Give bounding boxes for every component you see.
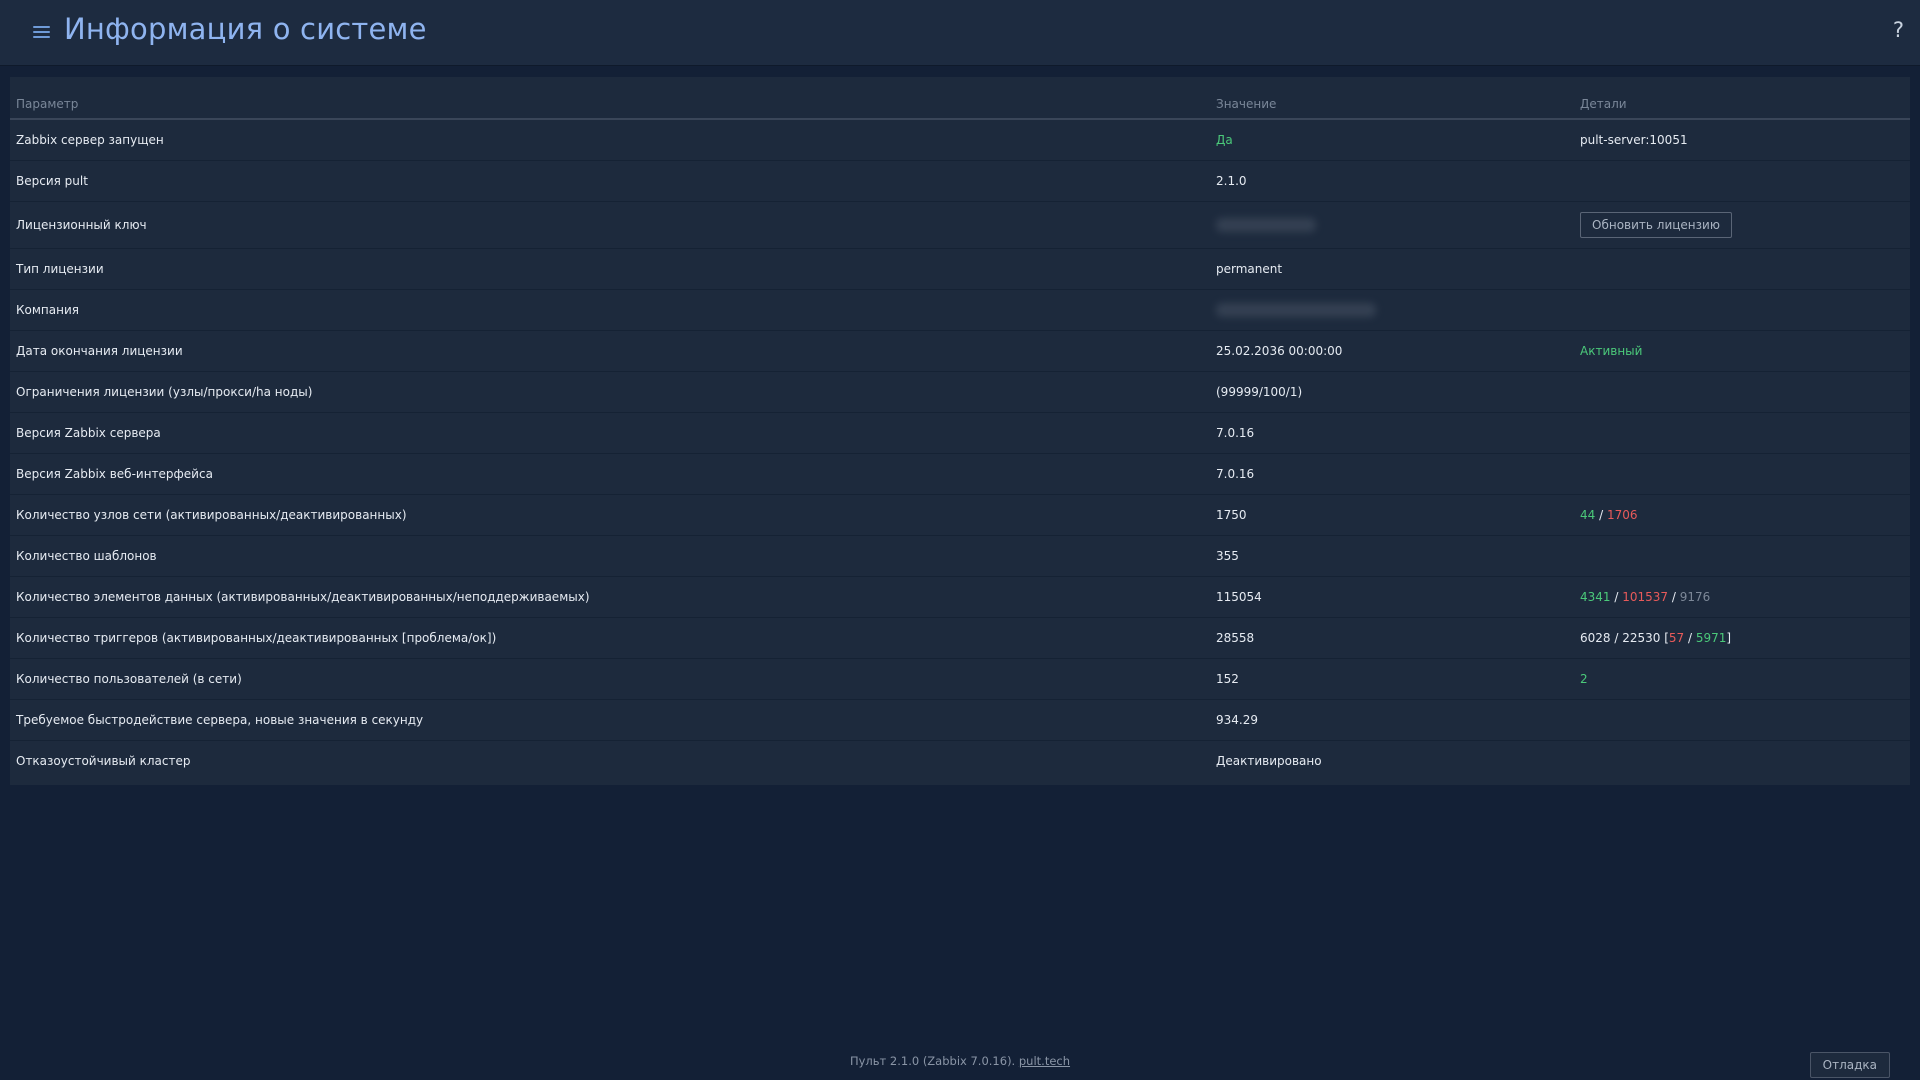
table-row: Количество шаблонов 355 (10, 535, 1910, 577)
table-row: Компания (10, 289, 1910, 331)
separator: / (1595, 507, 1607, 522)
row-details (1574, 535, 1910, 577)
row-parameter: Количество шаблонов (10, 535, 1210, 577)
row-details (1574, 248, 1910, 290)
table-row: Ограничения лицензии (узлы/прокси/ha нод… (10, 371, 1910, 413)
row-parameter: Тип лицензии (10, 248, 1210, 290)
row-details: pult-server:10051 (1574, 119, 1910, 161)
row-parameter: Отказоустойчивый кластер (16, 753, 191, 768)
row-value (1210, 201, 1574, 249)
table-row: Требуемое быстродействие сервера, новые … (10, 699, 1910, 741)
license-status: Активный (1574, 330, 1910, 372)
column-header-details: Детали (1574, 77, 1910, 120)
row-parameter: Количество узлов сети (активированных/де… (10, 494, 1210, 536)
row-parameter: Количество элементов данных (активирован… (10, 576, 1210, 618)
row-value: 152 (1210, 658, 1574, 700)
separator: / (1610, 589, 1623, 604)
hosts-disabled: 1706 (1606, 507, 1638, 522)
row-value: 7.0.16 (1210, 453, 1574, 495)
triggers-ok: 5971 (1695, 630, 1727, 645)
column-header-value: Значение (1210, 77, 1574, 120)
table-row: Версия Zabbix сервера 7.0.16 (10, 412, 1910, 454)
hosts-enabled: 44 (1580, 507, 1596, 522)
items-disabled: 101537 (1622, 589, 1669, 604)
row-parameter: Количество триггеров (активированных/деа… (10, 617, 1210, 659)
table-row: Количество пользователей (в сети) 152 2 (10, 658, 1910, 700)
triggers-problem: 57 (1668, 630, 1685, 645)
table-row: Версия Zabbix веб-интерфейса 7.0.16 (10, 453, 1910, 495)
row-value: Деактивировано (1216, 753, 1322, 768)
row-value (1210, 289, 1574, 331)
separator: / (1668, 589, 1680, 604)
top-bar: Информация о системе ? (0, 0, 1920, 66)
table-row: Zabbix сервер запущен Да pult-server:100… (10, 119, 1910, 161)
table-header: Параметр Значение Детали (10, 77, 1910, 120)
row-value: 1750 (1210, 494, 1574, 536)
page-title: Информация о системе (64, 12, 427, 46)
items-unsupported: 9176 (1679, 589, 1711, 604)
table-row: Отказоустойчивый кластер Деактивировано (10, 740, 1910, 781)
debug-button[interactable]: Отладка (1809, 1052, 1890, 1078)
row-details (1574, 699, 1910, 741)
separator: / (1684, 630, 1696, 645)
row-details (1574, 160, 1910, 202)
row-parameter: Ограничения лицензии (узлы/прокси/ha нод… (10, 371, 1210, 413)
table-row: Тип лицензии permanent (10, 248, 1910, 290)
row-value: (99999/100/1) (1210, 371, 1574, 413)
row-value: 7.0.16 (1210, 412, 1574, 454)
table-row: Лицензионный ключ Обновить лицензию (10, 201, 1910, 249)
column-header-parameter: Параметр (10, 77, 1210, 120)
row-parameter: Дата окончания лицензии (10, 330, 1210, 372)
row-value: 934.29 (1210, 699, 1574, 741)
system-info-panel: Параметр Значение Детали Zabbix сервер з… (10, 77, 1910, 785)
footer: Пульт 2.1.0 (Zabbix 7.0.16). pult.tech (0, 1054, 1920, 1068)
blurred-license-key (1216, 217, 1316, 232)
row-value: 115054 (1210, 576, 1574, 618)
row-details: 6028 / 22530 [57 / 5971] (1574, 617, 1910, 659)
table-row: Количество узлов сети (активированных/де… (10, 494, 1910, 536)
help-icon[interactable]: ? (1893, 18, 1904, 42)
table-row: Версия pult 2.1.0 (10, 160, 1910, 202)
row-details: 4341 / 101537 / 9176 (1574, 576, 1910, 618)
table-row: Количество триггеров (активированных/деа… (10, 617, 1910, 659)
row-details (1574, 412, 1910, 454)
menu-icon[interactable] (33, 25, 50, 39)
triggers-suffix: ] (1726, 630, 1732, 645)
row-parameter: Версия Zabbix сервера (10, 412, 1210, 454)
row-parameter: Zabbix сервер запущен (10, 119, 1210, 161)
row-details: 44 / 1706 (1574, 494, 1910, 536)
row-details (1574, 289, 1910, 331)
row-value: 25.02.2036 00:00:00 (1210, 330, 1574, 372)
row-details (1574, 740, 1910, 781)
row-details (1574, 371, 1910, 413)
row-value: 2.1.0 (1210, 160, 1574, 202)
row-value: permanent (1210, 248, 1574, 290)
footer-link[interactable]: pult.tech (1019, 1054, 1070, 1068)
items-enabled: 4341 (1580, 589, 1611, 604)
row-details (1574, 453, 1910, 495)
row-parameter: Компания (10, 289, 1210, 331)
row-parameter: Версия pult (10, 160, 1210, 202)
update-license-button[interactable]: Обновить лицензию (1580, 211, 1732, 238)
row-details: Обновить лицензию (1574, 201, 1910, 249)
footer-text: Пульт 2.1.0 (Zabbix 7.0.16). (849, 1054, 1016, 1068)
row-parameter: Версия Zabbix веб-интерфейса (10, 453, 1210, 495)
row-parameter: Количество пользователей (в сети) (10, 658, 1210, 700)
blurred-company-name (1216, 302, 1376, 317)
system-info-table: Параметр Значение Детали Zabbix сервер з… (10, 77, 1910, 781)
row-parameter: Лицензионный ключ (10, 201, 1210, 249)
row-value: 28558 (1210, 617, 1574, 659)
table-row: Количество элементов данных (активирован… (10, 576, 1910, 618)
row-value: 355 (1210, 535, 1574, 577)
row-value: Да (1210, 119, 1574, 161)
triggers-prefix: 6028 / 22530 [ (1580, 630, 1669, 645)
users-online: 2 (1574, 658, 1910, 700)
table-row: Дата окончания лицензии 25.02.2036 00:00… (10, 330, 1910, 372)
row-parameter: Требуемое быстродействие сервера, новые … (10, 699, 1210, 741)
